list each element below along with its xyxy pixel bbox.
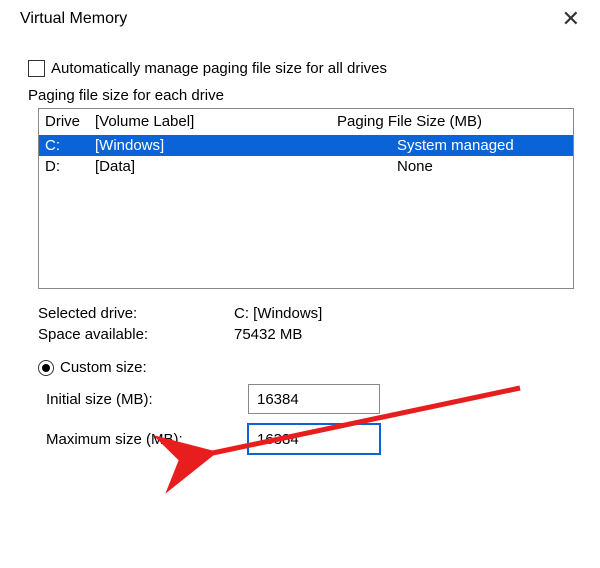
space-available-row: Space available: 75432 MB (38, 326, 580, 343)
initial-size-row: Initial size (MB): (46, 384, 580, 414)
drive-volume: [Windows] (95, 137, 397, 154)
checkbox-icon[interactable] (28, 60, 45, 77)
selected-drive-label: Selected drive: (38, 305, 234, 322)
selected-drive-row: Selected drive: C: [Windows] (38, 305, 580, 322)
drive-letter: D: (45, 158, 95, 175)
custom-size-radio-row[interactable]: Custom size: (38, 359, 580, 376)
drive-size: None (397, 158, 567, 175)
auto-manage-row[interactable]: Automatically manage paging file size fo… (28, 60, 580, 77)
drive-table-header: Drive [Volume Label] Paging File Size (M… (39, 109, 573, 134)
drive-letter: C: (45, 137, 95, 154)
drive-size: System managed (397, 137, 567, 154)
titlebar: Virtual Memory ✕ (0, 0, 600, 38)
initial-size-label: Initial size (MB): (46, 391, 248, 408)
auto-manage-label: Automatically manage paging file size fo… (51, 60, 387, 77)
header-drive: Drive (45, 113, 95, 130)
table-row[interactable]: D:[Data]None (39, 156, 573, 177)
window-title: Virtual Memory (20, 10, 127, 28)
custom-size-label: Custom size: (60, 359, 147, 376)
radio-icon[interactable] (38, 360, 54, 376)
initial-size-input[interactable] (248, 384, 380, 414)
drive-list[interactable]: C:[Windows]System managedD:[Data]None (39, 134, 573, 288)
maximum-size-input[interactable] (248, 424, 380, 454)
maximum-size-row: Maximum size (MB): (46, 424, 580, 454)
space-available-value: 75432 MB (234, 326, 302, 343)
space-available-label: Space available: (38, 326, 234, 343)
header-volume: [Volume Label] (95, 113, 337, 130)
header-size: Paging File Size (MB) (337, 113, 567, 130)
selected-drive-value: C: [Windows] (234, 305, 322, 322)
drive-table: Drive [Volume Label] Paging File Size (M… (38, 108, 574, 289)
maximum-size-label: Maximum size (MB): (46, 431, 248, 448)
drive-volume: [Data] (95, 158, 397, 175)
table-row[interactable]: C:[Windows]System managed (39, 135, 573, 156)
section-label: Paging file size for each drive (28, 87, 580, 104)
close-icon[interactable]: ✕ (556, 8, 586, 30)
